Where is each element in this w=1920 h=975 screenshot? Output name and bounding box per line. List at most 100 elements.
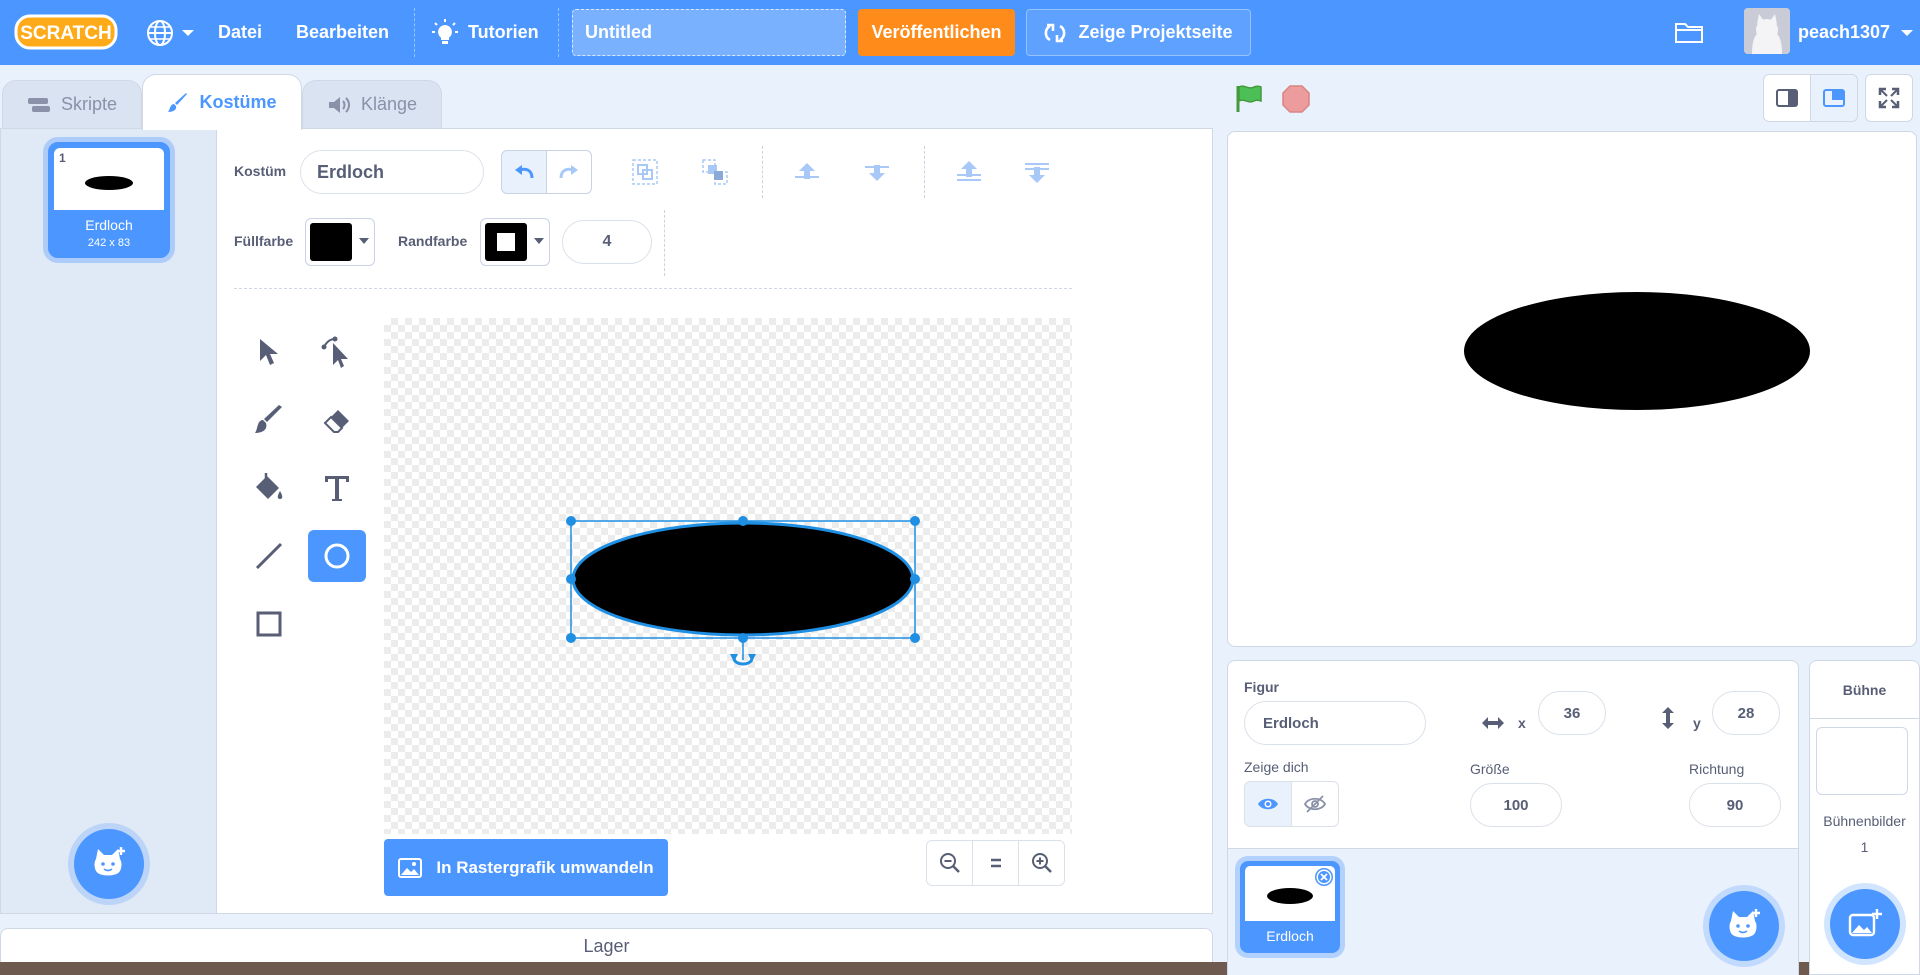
tab-costumes-label: Kostüme	[199, 92, 277, 112]
see-project-page-label: Zeige Projektseite	[1078, 22, 1233, 42]
eye-hidden-icon	[1304, 795, 1326, 813]
outline-color-swatch	[485, 223, 527, 261]
cat-add-icon	[1729, 909, 1760, 938]
erdloch-sprite[interactable]	[1464, 292, 1810, 410]
zoom-out-button[interactable]	[926, 840, 973, 886]
account-menu[interactable]: peach1307	[1798, 0, 1914, 65]
ellipse-shape[interactable]	[571, 521, 915, 637]
costume-thumbnail	[54, 148, 164, 210]
backdrops-count: 1	[1860, 839, 1869, 855]
avatar[interactable]	[1744, 8, 1790, 54]
reshape-icon	[321, 336, 348, 368]
language-menu[interactable]	[146, 0, 196, 65]
stage[interactable]	[1227, 131, 1917, 647]
paint-canvas[interactable]	[384, 318, 1072, 834]
undo-icon	[515, 165, 534, 179]
front-button[interactable]	[946, 150, 992, 194]
scratch-logo[interactable]: SCRATCH	[14, 12, 118, 52]
group-button[interactable]	[622, 150, 668, 194]
outline-color-picker[interactable]	[480, 218, 550, 266]
sprite-tile[interactable]: Erdloch	[1240, 861, 1340, 953]
costume-name-label: Kostüm	[234, 163, 287, 179]
stage-selector[interactable]: Bühne Bühnenbilder 1	[1809, 660, 1920, 975]
green-flag-icon[interactable]	[1234, 84, 1264, 114]
see-project-page-button[interactable]: Zeige Projektseite	[1026, 9, 1251, 56]
x-input[interactable]: 36	[1538, 691, 1606, 735]
sprite-list: Erdloch	[1228, 849, 1798, 975]
costume-number: 1	[59, 151, 66, 165]
edit-menu[interactable]: Bearbeiten	[296, 0, 389, 65]
folder-icon[interactable]	[1674, 20, 1704, 44]
share-button[interactable]: Veröffentlichen	[858, 9, 1015, 56]
costume-item[interactable]: 1 Erdloch 242 x 83	[48, 142, 170, 258]
layer-back-icon	[1025, 163, 1049, 183]
normal-stage-button[interactable]	[1810, 74, 1858, 122]
show-label: Zeige dich	[1244, 759, 1309, 775]
toolbar-divider	[664, 210, 665, 276]
small-stage-button[interactable]	[1763, 74, 1811, 122]
zoom-reset-button[interactable]	[972, 840, 1019, 886]
show-sprite-button[interactable]	[1244, 781, 1292, 827]
sprite-info: Figur Erdloch x 36 y 28 Zeige dich Größe…	[1228, 661, 1798, 849]
fill-color-label: Füllfarbe	[234, 233, 294, 249]
forward-button[interactable]	[784, 150, 830, 194]
hide-sprite-button[interactable]	[1291, 781, 1339, 827]
size-label: Größe	[1470, 761, 1510, 777]
canvas-drawing	[566, 516, 920, 666]
reshape-tool[interactable]	[308, 326, 366, 378]
tab-costumes[interactable]: Kostüme	[142, 74, 302, 130]
zoom-in-button[interactable]	[1018, 840, 1065, 886]
menu-bar: SCRATCH Datei Bearbeiten Tutorien Veröff…	[0, 0, 1920, 65]
add-backdrop-button[interactable]	[1830, 889, 1900, 959]
menu-divider	[414, 8, 415, 57]
convert-to-bitmap-label: In Rastergrafik umwandeln	[436, 857, 654, 877]
fill-color-picker[interactable]	[305, 218, 375, 266]
eraser-tool[interactable]	[308, 394, 366, 446]
add-sprite-button[interactable]	[1709, 891, 1779, 961]
eraser-icon	[323, 410, 349, 433]
costume-name-input[interactable]	[300, 150, 484, 194]
backward-button[interactable]	[854, 150, 900, 194]
circle-tool[interactable]	[308, 530, 366, 582]
sprite-name-input[interactable]: Erdloch	[1244, 701, 1426, 745]
sprite-label: Figur	[1244, 679, 1279, 695]
full-screen-button[interactable]	[1865, 74, 1913, 122]
y-input[interactable]: 28	[1712, 691, 1780, 735]
delete-sprite-button[interactable]	[1315, 868, 1333, 886]
file-menu[interactable]: Datei	[218, 0, 262, 65]
layer-forward-icon	[795, 163, 819, 179]
costume-thumbnail-image	[85, 176, 133, 190]
stage-render	[1464, 292, 1810, 410]
backpack-bar[interactable]: Lager	[0, 928, 1213, 965]
outline-color-label: Randfarbe	[398, 233, 468, 249]
redo-button[interactable]	[546, 150, 592, 194]
tab-code-label: Skripte	[60, 94, 118, 114]
tab-code[interactable]: Skripte	[2, 80, 142, 128]
back-button[interactable]	[1014, 150, 1060, 194]
tab-sounds[interactable]: Klänge	[302, 80, 442, 128]
toolbar-divider	[762, 146, 763, 198]
svg-text:SCRATCH: SCRATCH	[20, 23, 111, 44]
undo-button[interactable]	[501, 150, 547, 194]
text-icon	[325, 476, 349, 501]
add-costume-button[interactable]	[74, 829, 144, 899]
rectangle-icon	[256, 611, 282, 637]
tutorials-button[interactable]: Tutorien	[432, 0, 539, 65]
zoom-in-icon	[1031, 853, 1052, 873]
stop-icon[interactable]	[1281, 84, 1311, 114]
line-tool[interactable]	[240, 530, 298, 582]
size-input[interactable]: 100	[1470, 783, 1562, 827]
select-tool[interactable]	[240, 326, 298, 378]
outline-width-input[interactable]	[562, 220, 652, 264]
group-icon	[632, 159, 658, 185]
brush-tool[interactable]	[240, 394, 298, 446]
convert-to-bitmap-button[interactable]: In Rastergrafik umwandeln	[384, 839, 668, 896]
stage-title: Bühne	[1810, 661, 1919, 719]
rectangle-tool[interactable]	[240, 598, 298, 650]
fill-tool[interactable]	[240, 462, 298, 514]
ungroup-button[interactable]	[692, 150, 738, 194]
layer-backward-icon	[865, 165, 889, 181]
text-tool[interactable]	[308, 462, 366, 514]
project-title-input[interactable]	[572, 9, 846, 56]
direction-input[interactable]: 90	[1689, 783, 1781, 827]
